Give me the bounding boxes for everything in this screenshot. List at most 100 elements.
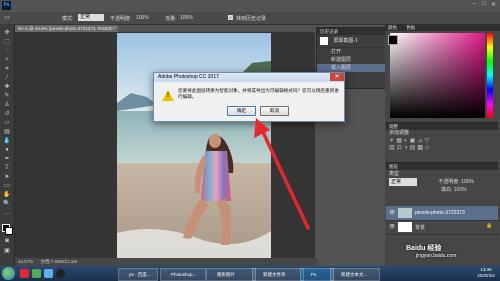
- marquee-tool-icon[interactable]: ⬚: [3, 39, 11, 45]
- color-panel-header: 颜色 色板: [385, 24, 500, 31]
- eraser-icon[interactable]: ▱: [3, 120, 11, 126]
- quick-mask-icon[interactable]: ◙: [3, 238, 11, 244]
- type-tool-icon[interactable]: T: [3, 165, 11, 171]
- doc-size: 文档:7.03M/21.1M: [40, 259, 78, 264]
- adjustments-sub: 添加调整: [389, 130, 410, 136]
- mode-select[interactable]: 正常: [78, 14, 104, 21]
- erase-history-label: 抹到历史记录: [236, 16, 267, 22]
- brush-tool-icon[interactable]: ✎: [3, 93, 11, 99]
- history-snapshot-row[interactable]: 屏幕截图-1: [317, 35, 385, 48]
- move-tool-icon[interactable]: ✥: [3, 30, 11, 36]
- layers-title: 图层: [386, 163, 498, 170]
- erase-history-checkbox[interactable]: ✓: [228, 15, 233, 20]
- layer-blend-row: 正常 不透明度: 100%: [386, 178, 498, 186]
- penguin-icon[interactable]: [56, 269, 65, 278]
- more-tools-icon[interactable]: …: [3, 210, 11, 216]
- taskbar-task[interactable]: 图形图片: [206, 268, 256, 281]
- taskbar-task[interactable]: Ps: [300, 268, 334, 281]
- taskbar-task[interactable]: ps - 百度...: [118, 268, 158, 281]
- visibility-eye-icon[interactable]: 👁: [389, 210, 395, 216]
- taskbar-task[interactable]: 新建文件夹: [252, 268, 304, 281]
- dialog-close-button[interactable]: ✕: [330, 73, 344, 81]
- pen-tool-icon[interactable]: ✒: [3, 156, 11, 162]
- shape-tool-icon[interactable]: ▭: [3, 183, 11, 189]
- flow-input[interactable]: 100%: [180, 15, 193, 21]
- taskbar-task[interactable]: Photoshop...: [160, 268, 206, 281]
- blur-tool-icon[interactable]: 💧: [3, 138, 11, 144]
- layer-fill-value[interactable]: 100%: [454, 187, 467, 193]
- snapshot-label: 屏幕截图-1: [333, 38, 358, 44]
- color-picker-field[interactable]: [390, 33, 485, 118]
- layer-row[interactable]: 👁 背景 🔒: [386, 220, 498, 235]
- history-item[interactable]: 打开: [317, 48, 385, 56]
- convert-smart-object-dialog: Adobe Photoshop CC 2017 ✕ ! 您要将此图层转换为智能对…: [153, 72, 345, 122]
- ps-logo: Ps: [2, 1, 11, 10]
- app-icon-green[interactable]: [32, 269, 41, 278]
- warning-exclamation-icon: !: [167, 93, 169, 99]
- layer-thumbnail: [398, 208, 412, 218]
- adjustments-panel: 调整 添加调整 ☀▦◐▣⊿▽ ▥⚖◑▤▩◇: [386, 122, 498, 161]
- zoom-tool-icon[interactable]: 🔍: [3, 201, 11, 207]
- close-icon[interactable]: ✕: [491, 1, 496, 8]
- system-clock[interactable]: 13:46 2020/4/4: [474, 267, 498, 279]
- zoom-level[interactable]: 44.57%: [18, 259, 33, 264]
- fg-color-chip[interactable]: [388, 35, 398, 45]
- baidu-watermark: Baidu 经验: [406, 245, 442, 252]
- layer-row[interactable]: 👁 pexels-photo-3722373: [386, 206, 498, 221]
- healing-brush-icon[interactable]: ✚: [3, 84, 11, 90]
- taskbar-task[interactable]: 新建文本文...: [330, 268, 380, 281]
- flow-label: 流量:: [165, 16, 177, 22]
- color-tab[interactable]: 颜色: [388, 25, 397, 30]
- layer-name[interactable]: pexels-photo-3722373: [415, 210, 465, 216]
- cancel-button[interactable]: 取消: [260, 106, 289, 116]
- app-icon-red[interactable]: [20, 269, 29, 278]
- layer-fill-row: 填充: 100%: [386, 186, 498, 194]
- layer-name[interactable]: 背景: [415, 224, 425, 231]
- background-color-swatch[interactable]: [5, 227, 13, 235]
- ok-button[interactable]: 确定: [227, 106, 256, 116]
- gradient-tool-icon[interactable]: ▤: [3, 129, 11, 135]
- visibility-eye-icon[interactable]: 👁: [389, 224, 395, 230]
- crop-tool-icon[interactable]: ⌗: [3, 66, 11, 72]
- chat-icon[interactable]: [44, 269, 53, 278]
- layer-opacity-label: 不透明度:: [438, 179, 460, 185]
- history-brush-icon[interactable]: ↺: [3, 111, 11, 117]
- minimize-icon[interactable]: –: [473, 1, 476, 7]
- mode-label: 模式:: [62, 16, 74, 22]
- dialog-title: Adobe Photoshop CC 2017: [154, 73, 344, 82]
- magic-wand-icon[interactable]: ✧: [3, 57, 11, 63]
- layer-kind-select[interactable]: 类型: [389, 171, 399, 177]
- opacity-input[interactable]: 100%: [136, 15, 149, 21]
- lock-icon: 🔒: [486, 223, 493, 229]
- history-item[interactable]: 新建图层: [317, 56, 385, 64]
- clock-date: 2020/4/4: [477, 273, 495, 278]
- maximize-icon[interactable]: □: [482, 1, 486, 7]
- screen-mode-icon[interactable]: ▣: [3, 248, 11, 254]
- dialog-message: 您要将此图层转换为智能对象，并将其导出为可编辑格式吗？您可以稍后重新进行编辑。: [178, 88, 339, 99]
- history-item[interactable]: 载入图层: [317, 64, 385, 72]
- swatch-tab[interactable]: 色板: [406, 25, 415, 30]
- lasso-tool-icon[interactable]: ◌: [3, 48, 11, 54]
- eraser-tool-icon[interactable]: ▭: [4, 14, 10, 21]
- adjustment-icons-row2[interactable]: ▥⚖◑▤▩◇: [386, 144, 498, 151]
- layer-fill-label: 填充:: [441, 187, 453, 193]
- toolbox: ✥ ⬚ ◌ ✧ ⌗ ⁄ ✚ ✎ ♙ ↺ ▱ ▤ 💧 ● ✒ T ➤ ▭ ✋ 🔍 …: [0, 24, 15, 266]
- document-tab[interactable]: Nn-1 @ 44.6% (pexels-photo-3722373, RGB/…: [15, 25, 118, 32]
- eyedropper-icon[interactable]: ⁄: [3, 75, 11, 81]
- adjustment-icons[interactable]: ☀▦◐▣⊿▽: [386, 137, 498, 144]
- layer-filter-row: 类型: [386, 170, 498, 178]
- hand-tool-icon[interactable]: ✋: [3, 192, 11, 198]
- adjustments-title: 调整: [386, 123, 498, 130]
- opacity-label: 不透明度:: [110, 16, 132, 22]
- blend-mode-select[interactable]: 正常: [389, 178, 417, 186]
- history-panel-title: 历史记录: [317, 28, 385, 35]
- layer-thumbnail: [398, 222, 412, 232]
- start-button[interactable]: [2, 267, 15, 280]
- dodge-tool-icon[interactable]: ●: [3, 147, 11, 153]
- layer-opacity-value[interactable]: 100%: [461, 179, 474, 185]
- path-select-icon[interactable]: ➤: [3, 174, 11, 180]
- hue-slider[interactable]: [487, 33, 493, 118]
- snapshot-thumbnail: [320, 36, 328, 45]
- status-bar: 44.57% 文档:7.03M/21.1M: [15, 258, 318, 266]
- stamp-tool-icon[interactable]: ♙: [3, 102, 11, 108]
